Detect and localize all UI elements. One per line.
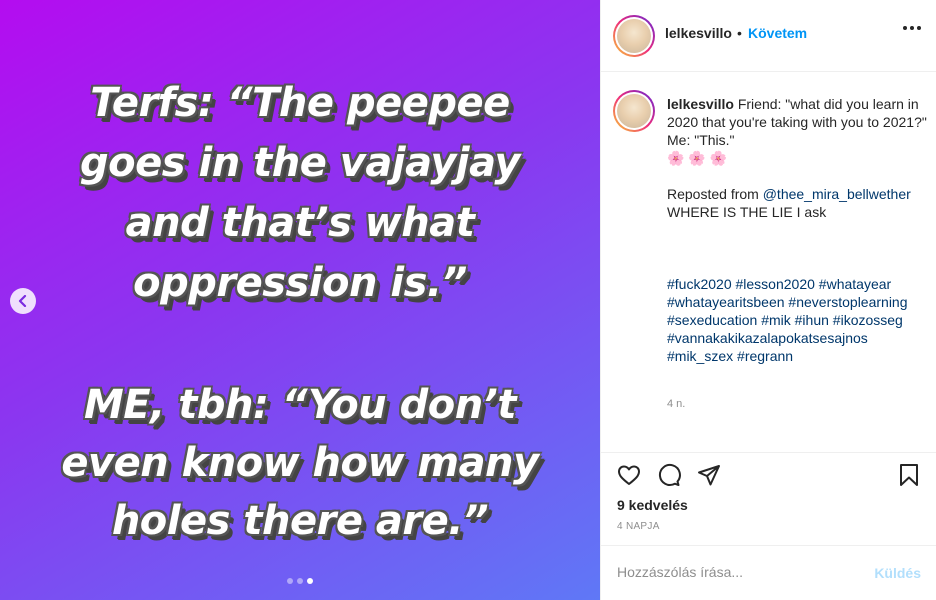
carousel-indicator [0, 578, 600, 584]
hashtag-link[interactable]: #neverstoplearning [788, 294, 907, 310]
caption-time: 4 n. [667, 398, 686, 410]
likes-count[interactable]: 9 kedvelés [617, 497, 688, 513]
header-username-link[interactable]: lelkesvillo [665, 25, 732, 41]
meme-text-line: goes in the vajayjay [80, 140, 520, 186]
post-image[interactable]: Terfs: “The peepee goes in the vajayjay … [0, 0, 600, 600]
comment-input[interactable] [617, 564, 857, 580]
flower-emojis: 🌸 🌸 🌸 [667, 150, 728, 166]
caption-avatar[interactable] [613, 90, 655, 132]
separator-dot: • [737, 25, 742, 41]
caption-area: lelkesvillo Friend: "what did you learn … [601, 73, 936, 453]
hashtag-link[interactable]: #fuck2020 [667, 276, 732, 292]
post-age[interactable]: 4 NAPJA [617, 521, 660, 532]
comment-box: Küldés [601, 545, 936, 600]
hashtag-link[interactable]: #sexeducation [667, 312, 757, 328]
repost-prefix: Reposted from [667, 186, 763, 202]
hashtag-link[interactable]: #whatayearitsbeen [667, 294, 785, 310]
send-button[interactable]: Küldés [874, 565, 921, 581]
meme-text-line: ME, tbh: “You don’t [83, 382, 517, 428]
meme-text-line: and that’s what [125, 200, 475, 246]
share-icon[interactable] [697, 463, 723, 489]
post-side-panel: lelkesvillo • Követem lelkesvillo Friend… [600, 0, 936, 600]
comment-icon[interactable] [657, 463, 683, 489]
meme-text-line: oppression is.” [133, 260, 467, 306]
hashtag-link[interactable]: #ikozosseg [833, 312, 903, 328]
chevron-left-icon [18, 295, 27, 307]
hashtag-link[interactable]: #vannakakikazalapokatsesajnos [667, 330, 868, 346]
repost-note: WHERE IS THE LIE I ask [667, 204, 827, 220]
carousel-dot [297, 578, 303, 584]
avatar[interactable] [613, 15, 655, 57]
meme-text-line: holes there are.” [111, 498, 489, 544]
hashtag-list: #fuck2020 #lesson2020 #whatayear #whatay… [667, 275, 929, 365]
meme-text-line: Terfs: “The peepee [90, 80, 510, 126]
caption-username-link[interactable]: lelkesvillo [667, 96, 734, 112]
meme-text-line: even know how many [61, 440, 539, 486]
action-bar [601, 458, 936, 492]
carousel-prev-button[interactable] [10, 288, 36, 314]
hashtag-link[interactable]: #lesson2020 [736, 276, 815, 292]
repost-user-link[interactable]: @thee_mira_bellwether [763, 186, 911, 202]
carousel-dot [287, 578, 293, 584]
hashtag-link[interactable]: #mik [761, 312, 791, 328]
hashtag-link[interactable]: #ihun [795, 312, 829, 328]
heart-icon[interactable] [617, 463, 643, 489]
caption-line: Me: "This." [667, 132, 735, 148]
caption-text: lelkesvillo Friend: "what did you learn … [667, 95, 929, 365]
hashtag-link[interactable]: #whatayear [819, 276, 891, 292]
post-header: lelkesvillo • Követem [601, 0, 936, 72]
hashtag-link[interactable]: #mik_szex [667, 348, 733, 364]
hashtag-link[interactable]: #regrann [737, 348, 793, 364]
following-button[interactable]: Követem [748, 25, 807, 41]
bookmark-icon[interactable] [897, 463, 923, 489]
more-dots-icon[interactable] [903, 26, 921, 30]
carousel-dot [307, 578, 313, 584]
